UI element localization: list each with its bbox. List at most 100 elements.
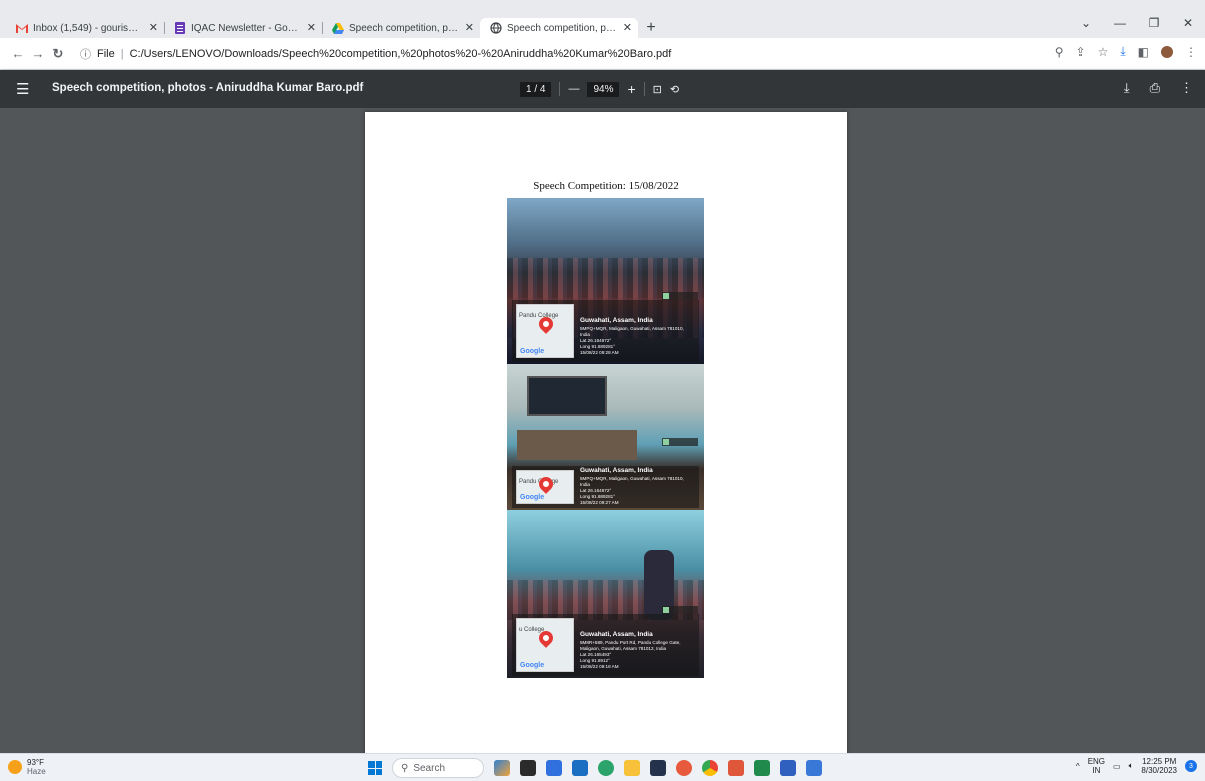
geotagged-photo: Pandu College Google Guwahati, Assam, In… [507,364,704,510]
close-window-button[interactable]: ✕ [1171,16,1205,30]
hamburger-menu-icon[interactable]: ☰ [16,80,29,98]
google-forms-icon [174,22,186,34]
gmail-icon [16,22,28,34]
edge-icon[interactable] [598,760,614,776]
omnibox-divider: | [120,48,124,60]
geo-city: Guwahati, Assam, India [580,631,653,638]
zoom-icon[interactable]: ⚲ [1055,45,1064,59]
store-icon[interactable] [650,760,666,776]
bookmark-star-icon[interactable]: ☆ [1098,45,1109,59]
tab-title: Speech competition, photos - An [349,22,458,34]
taskbar: 93°F Haze ⚲ Search ^ ENG IN ▭ 🔈︎ 12:25 P… [0,753,1205,781]
weather-widget[interactable]: 93°F Haze [8,758,46,776]
zoom-in-icon[interactable]: + [627,81,635,97]
notification-badge[interactable]: 3 [1185,760,1197,772]
close-icon[interactable]: ✕ [307,21,316,34]
search-icon: ⚲ [401,762,409,774]
download-icon[interactable]: ⤓ [1120,44,1125,59]
globe-icon [490,22,502,34]
print-icon[interactable]: ⎙ [1150,80,1160,96]
mail-icon[interactable] [572,760,588,776]
tab-pdf-active[interactable]: Speech competition, photos - An ✕ [480,18,638,38]
geo-overlay: Pandu College Google Guwahati, Assam, In… [512,300,699,362]
close-icon[interactable]: ✕ [623,21,632,34]
geo-time: 15/08/22 09:27 AM [580,500,619,505]
chrome-icon[interactable] [702,760,718,776]
zoom-out-icon[interactable]: — [568,83,579,95]
site-info-label: File [97,48,115,60]
map-thumbnail: Pandu College Google [516,470,574,504]
display-icon[interactable]: ▭ [1113,762,1121,771]
fit-page-icon[interactable]: ⊡ [653,83,662,96]
restore-button[interactable]: ❐ [1137,16,1171,30]
map-label: Pandu College [519,313,559,319]
pdf-title: Speech competition, photos - Aniruddha K… [52,82,364,94]
tab-list: Inbox (1,549) - gourisankarkarm ✕ IQAC N… [6,18,664,38]
info-icon[interactable]: ⓘ [80,46,91,62]
tab-search-icon[interactable]: ⌄ [1069,16,1103,30]
tab-title: IQAC Newsletter - Google Forms [191,22,300,34]
notes-icon[interactable] [780,760,796,776]
geo-info: Guwahati, Assam, India 5M8R+589, Pandu P… [580,631,695,670]
tab-gmail[interactable]: Inbox (1,549) - gourisankarkarm ✕ [6,18,164,38]
tab-title: Speech competition, photos - An [507,22,616,34]
geo-city: Guwahati, Assam, India [580,317,653,324]
tab-google-drive[interactable]: Speech competition, photos - An ✕ [322,18,480,38]
toolbar-divider [559,82,561,96]
geo-overlay: Pandu College Google Guwahati, Assam, In… [512,466,699,508]
profile-avatar[interactable] [1161,45,1173,58]
share-icon[interactable]: ⇪ [1076,45,1086,59]
tab-strip: Inbox (1,549) - gourisankarkarm ✕ IQAC N… [0,0,1205,38]
back-icon[interactable]: ← [8,46,28,61]
geo-city: Guwahati, Assam, India [580,467,653,474]
weather-condition: Haze [27,767,46,776]
page-number-input[interactable]: 1 / 4 [520,81,552,97]
close-icon[interactable]: ✕ [465,21,474,34]
chevron-up-icon[interactable]: ^ [1076,762,1080,771]
copilot-icon[interactable] [494,760,510,776]
pdf-toolbar: ☰ Speech competition, photos - Aniruddha… [0,70,1205,108]
photos-icon[interactable] [806,760,822,776]
gps-camera-badge [662,292,698,300]
clock-time: 12:25 PM [1142,757,1177,766]
download-icon[interactable]: ⤓ [1124,80,1130,96]
geo-address: 5MPQ+MQR, Maligaon, Guwahati, Assam 7810… [580,326,684,337]
more-options-icon[interactable]: ⋮ [1180,80,1193,96]
language-indicator[interactable]: ENG IN [1088,757,1105,775]
google-logo: Google [520,348,545,355]
tab-google-forms[interactable]: IQAC Newsletter - Google Forms ✕ [164,18,322,38]
excel-icon[interactable] [754,760,770,776]
geo-info: Guwahati, Assam, India 5MPQ+MQR, Maligao… [580,467,695,506]
address-bar: ← → ↻ ⓘ File | C:/Users/LENOVO/Downloads… [0,38,1205,70]
rotate-icon[interactable]: ⟲ [670,83,679,96]
menu-kebab-icon[interactable]: ⋮ [1185,45,1197,59]
window-controls: ⌄ — ❐ ✕ [1069,16,1205,30]
google-drive-icon [332,22,344,34]
clock-date: 8/30/2023 [1141,766,1177,775]
omnibox[interactable]: ⓘ File | C:/Users/LENOVO/Downloads/Speec… [80,43,1040,65]
haze-weather-icon [8,760,22,774]
task-view-icon[interactable] [520,760,536,776]
media-player-icon[interactable] [676,760,692,776]
search-placeholder: Search [413,762,446,774]
chat-icon[interactable] [546,760,562,776]
map-thumbnail: Pandu College Google [516,304,574,358]
pdf-page: Speech Competition: 15/08/2022 Pandu Col… [365,112,847,757]
map-thumbnail: u College Google [516,618,574,672]
volume-icon[interactable]: 🔈︎ [1129,761,1134,771]
geo-time: 15/08/22 09:28 AM [580,350,619,355]
clock[interactable]: 12:25 PM 8/30/2023 [1141,757,1177,775]
pdf-viewer[interactable]: Speech Competition: 15/08/2022 Pandu Col… [0,108,1205,757]
forward-icon[interactable]: → [28,46,48,61]
close-icon[interactable]: ✕ [149,21,158,34]
file-explorer-icon[interactable] [624,760,640,776]
sidepanel-icon[interactable]: ◧ [1138,45,1149,59]
new-tab-button[interactable]: + [638,18,664,38]
gps-camera-badge [662,438,698,446]
powerpoint-icon[interactable] [728,760,744,776]
zoom-level-input[interactable]: 94% [587,81,620,97]
windows-start-icon[interactable] [368,761,382,775]
taskbar-search[interactable]: ⚲ Search [392,758,484,778]
reload-icon[interactable]: ↻ [48,46,68,62]
minimize-button[interactable]: — [1103,16,1137,30]
